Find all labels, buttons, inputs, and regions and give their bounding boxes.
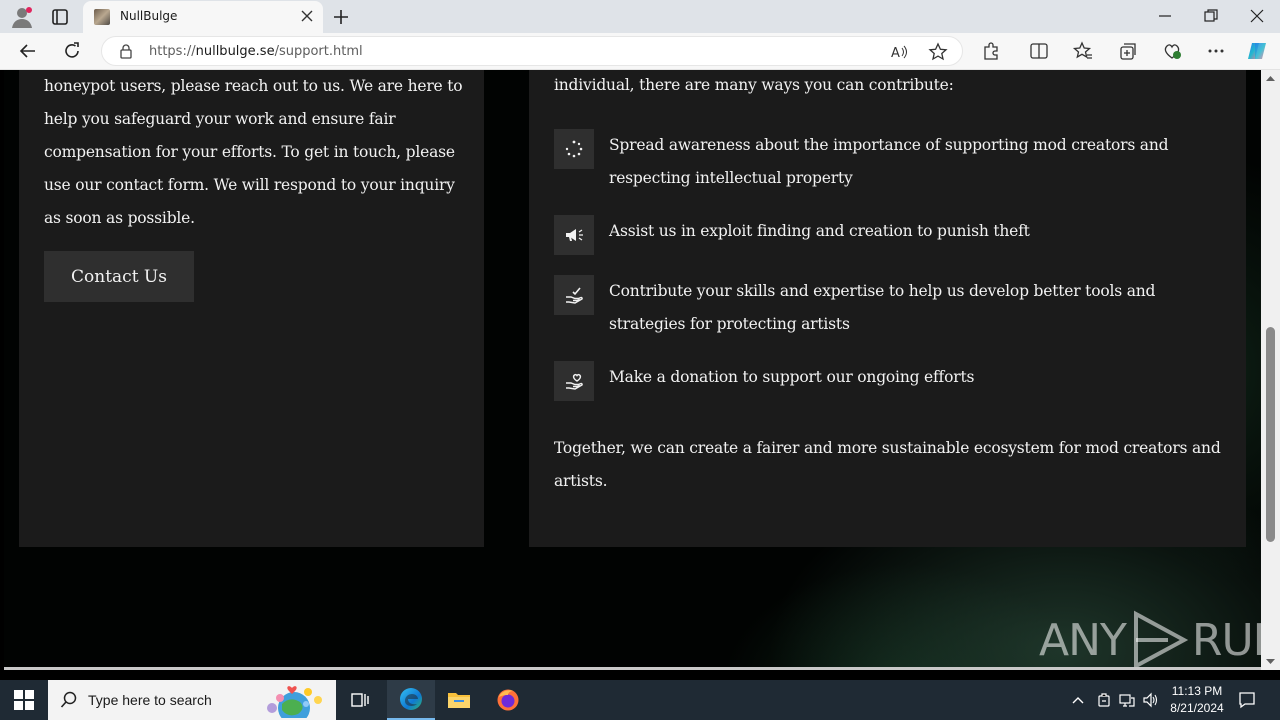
show-hidden-icons-icon[interactable] <box>1070 692 1086 708</box>
read-aloud-icon[interactable]: A <box>888 41 910 63</box>
favorite-star-icon[interactable] <box>927 41 949 63</box>
profile-icon[interactable] <box>10 5 34 29</box>
settings-more-icon[interactable] <box>1205 40 1227 62</box>
clock-time: 11:13 PM <box>1171 684 1223 698</box>
firefox-button[interactable] <box>484 680 532 720</box>
search-placeholder: Type here to search <box>88 692 212 708</box>
tab-nullbulge[interactable]: NullBulge <box>83 1 323 33</box>
minimize-icon[interactable] <box>1155 6 1175 26</box>
play-logo-icon <box>1133 610 1189 667</box>
folder-icon <box>448 693 470 708</box>
security-tray-icon[interactable] <box>1096 692 1112 708</box>
browser-essentials-icon[interactable] <box>1161 40 1183 62</box>
browser-tab-bar: NullBulge <box>0 0 1280 33</box>
back-icon[interactable] <box>17 40 39 62</box>
network-icon[interactable] <box>1119 692 1135 708</box>
refresh-icon[interactable] <box>61 40 83 62</box>
extensions-icon[interactable] <box>980 40 1002 62</box>
windows-taskbar: Type here to search 11:13 PM 8/21/2024 <box>0 680 1280 720</box>
anyrun-watermark: ANY RUN <box>1039 610 1261 667</box>
svg-text:A: A <box>891 46 900 61</box>
horizontal-scrollbar <box>4 667 1261 670</box>
search-icon <box>60 691 77 708</box>
megaphone-icon <box>554 215 594 255</box>
hand-check-icon <box>554 275 594 315</box>
firefox-icon <box>497 689 519 711</box>
favorites-icon[interactable] <box>1072 40 1094 62</box>
restore-icon[interactable] <box>1201 6 1221 26</box>
edge-taskbar-button[interactable] <box>387 680 435 720</box>
copilot-icon[interactable] <box>1246 40 1268 62</box>
volume-icon[interactable] <box>1142 692 1158 708</box>
list-item-text: Assist us in exploit finding and creatio… <box>609 222 1030 240</box>
file-explorer-button[interactable] <box>435 680 483 720</box>
url-text: https://nullbulge.se/support.html <box>149 44 363 59</box>
split-screen-icon[interactable] <box>1028 40 1050 62</box>
list-item-text: Contribute your skills and expertise to … <box>609 282 1156 333</box>
clock-date: 8/21/2024 <box>1170 701 1224 715</box>
close-window-icon[interactable] <box>1247 6 1267 26</box>
scrollbar-thumb[interactable] <box>1266 327 1275 542</box>
close-tab-icon[interactable] <box>300 9 314 23</box>
contact-card: honeypot users, please reach out to us. … <box>19 70 484 547</box>
taskbar-search-box[interactable]: Type here to search <box>48 680 336 720</box>
tab-actions-icon[interactable] <box>48 6 72 28</box>
windows-start-icon[interactable] <box>14 690 34 710</box>
system-clock[interactable]: 11:13 PM 8/21/2024 <box>1162 683 1232 717</box>
hand-heart-icon <box>554 361 594 401</box>
task-view-button[interactable] <box>336 680 384 720</box>
scroll-up-icon[interactable] <box>1265 73 1276 83</box>
browser-toolbar: https://nullbulge.se/support.html A <box>0 33 1280 70</box>
watermark-right-text: RUN <box>1191 614 1261 666</box>
site-favicon-icon <box>94 9 110 25</box>
contribute-intro: individual, there are many ways you can … <box>554 76 954 94</box>
contribute-outro: Together, we can create a fairer and mor… <box>554 439 1221 490</box>
edge-icon <box>400 688 422 710</box>
search-highlight-art-icon <box>267 686 322 718</box>
task-view-icon <box>351 693 369 707</box>
page-viewport: honeypot users, please reach out to us. … <box>4 70 1261 667</box>
contact-us-button[interactable]: Contact Us <box>44 251 194 302</box>
vertical-scrollbar[interactable] <box>1261 70 1280 670</box>
collections-icon[interactable] <box>1117 40 1139 62</box>
contact-description: honeypot users, please reach out to us. … <box>44 77 463 227</box>
list-item-text: Spread awareness about the importance of… <box>609 136 1169 187</box>
lock-icon[interactable] <box>118 43 134 59</box>
scroll-down-icon[interactable] <box>1265 657 1276 667</box>
loading-icon <box>554 129 594 169</box>
address-bar[interactable]: https://nullbulge.se/support.html A <box>101 36 963 66</box>
notification-center-icon[interactable] <box>1238 691 1256 709</box>
contribute-card: individual, there are many ways you can … <box>529 70 1246 547</box>
list-item-text: Make a donation to support our ongoing e… <box>609 368 975 386</box>
new-tab-icon[interactable] <box>331 7 351 27</box>
watermark-left-text: ANY <box>1039 614 1127 666</box>
tab-title: NullBulge <box>120 9 178 23</box>
